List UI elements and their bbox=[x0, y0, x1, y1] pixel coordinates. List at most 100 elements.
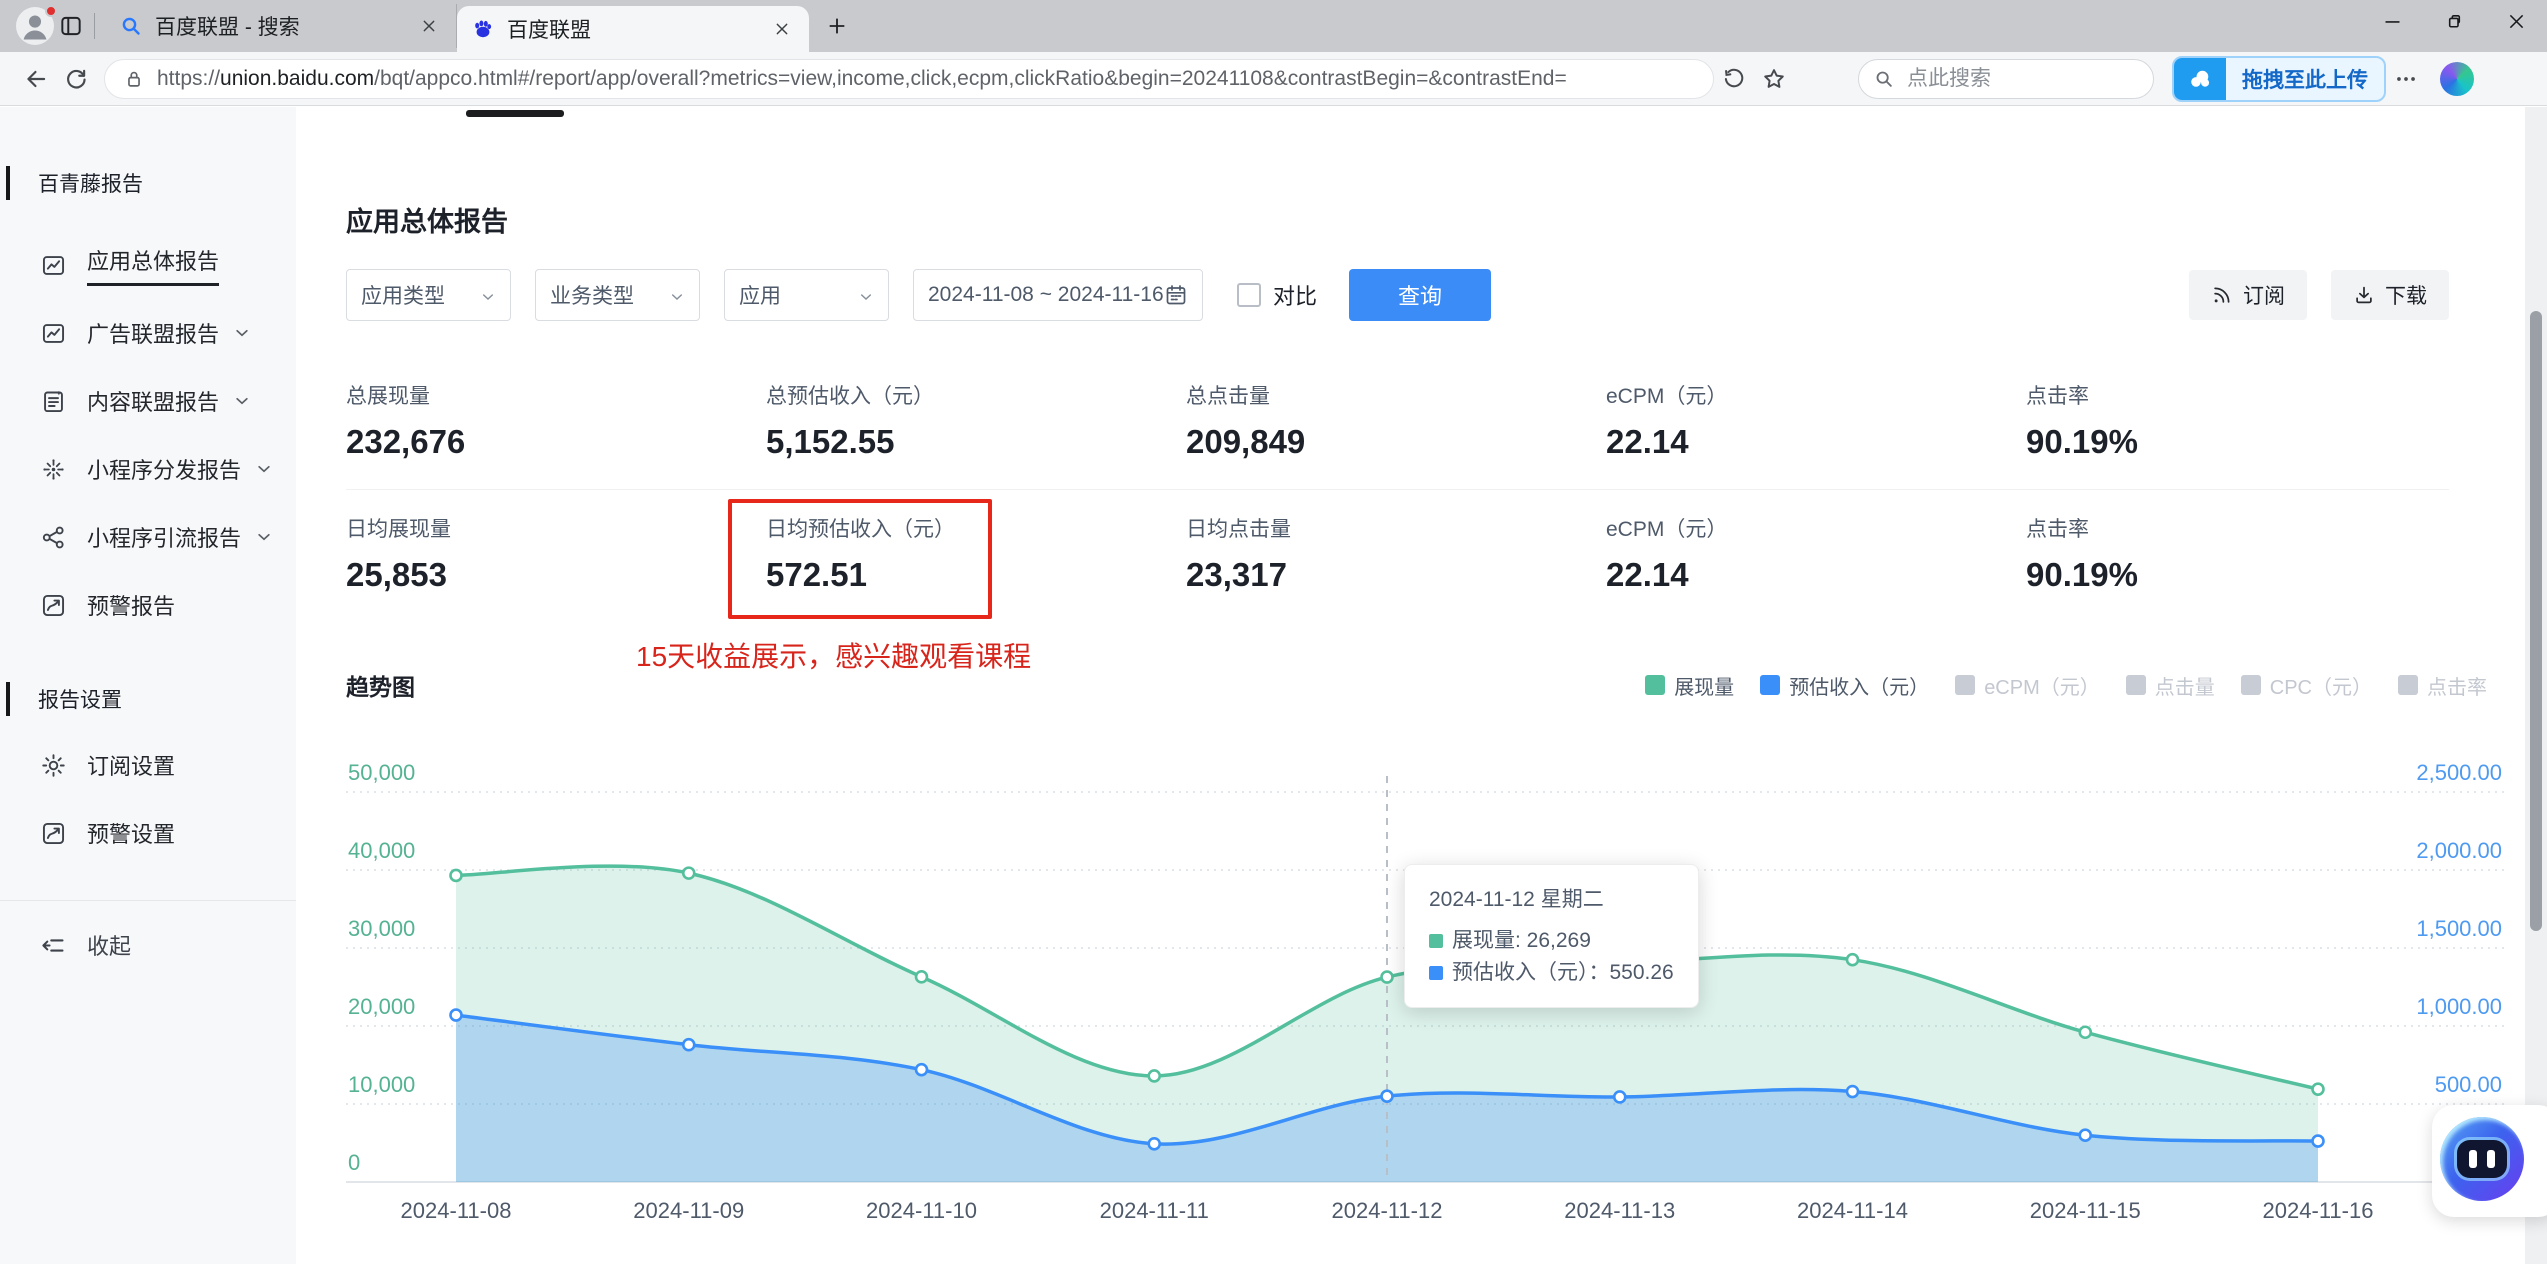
svg-text:2,000.00: 2,000.00 bbox=[2416, 838, 2502, 863]
date-range-picker[interactable]: 2024-11-08 ~ 2024-11-16 bbox=[913, 269, 1203, 321]
sidebar-item-content-union-report[interactable]: 内容联盟报告 bbox=[0, 367, 296, 435]
sidebar-item-miniapp-distribution-report[interactable]: 小程序分发报告 bbox=[0, 435, 296, 503]
metric-value: 90.19% bbox=[2026, 556, 2138, 593]
search-input[interactable] bbox=[1907, 66, 2107, 91]
legend-label: 点击率 bbox=[2427, 676, 2487, 699]
netdisk-icon bbox=[2174, 57, 2226, 100]
metrics-row-daily: 日均展现量 25,853 日均预估收入（元） 572.51 日均点击量 23,317 eCP… bbox=[346, 490, 2449, 592]
app-select[interactable]: 应用 bbox=[724, 269, 889, 321]
assistant-widget[interactable] bbox=[2432, 1105, 2547, 1217]
doc-badge-icon bbox=[40, 388, 67, 415]
close-button[interactable] bbox=[2485, 0, 2547, 42]
upload-button-label: 拖拽至此上传 bbox=[2242, 68, 2368, 92]
sidebar-item-alert-settings[interactable]: 预警设置 bbox=[0, 799, 296, 867]
assistant-pause-icon[interactable] bbox=[2440, 1117, 2524, 1201]
scrollbar-thumb[interactable] bbox=[2530, 311, 2542, 931]
share-icon bbox=[40, 524, 67, 551]
metrics-row-total: 总展现量 232,676 总预估收入（元） 5,152.55 总点击量 209,849 eC… bbox=[346, 385, 2449, 490]
metric-label: 日均展现量 bbox=[346, 518, 451, 541]
trend-chart[interactable]: 50,000 40,000 30,000 20,000 10,000 0 2,500.00 2… bbox=[346, 736, 2506, 1231]
quick-search-box[interactable] bbox=[1858, 58, 2154, 99]
refresh-button[interactable] bbox=[56, 59, 96, 99]
profile-avatar[interactable] bbox=[16, 5, 57, 45]
svg-text:2024-11-16: 2024-11-16 bbox=[2263, 1198, 2374, 1223]
calendar-icon bbox=[1164, 283, 1188, 307]
legend-item[interactable]: 预估收入（元） bbox=[1760, 671, 1929, 700]
app-type-select[interactable]: 应用类型 bbox=[346, 269, 511, 321]
legend-item[interactable]: CPC（元） bbox=[2240, 671, 2372, 700]
annotation-text: 15天收益展示，感兴趣观看课程 bbox=[636, 641, 1032, 672]
svg-text:50,000: 50,000 bbox=[348, 760, 415, 785]
metric-label: 总点击量 bbox=[1186, 385, 1270, 408]
chevron-down-icon bbox=[233, 392, 251, 410]
netdisk-upload-button[interactable]: 拖拽至此上传 bbox=[2172, 55, 2386, 102]
legend-swatch bbox=[2398, 675, 2418, 695]
legend-label: eCPM（元） bbox=[1984, 676, 2100, 699]
svg-text:1,000.00: 1,000.00 bbox=[2416, 994, 2502, 1019]
more-options-icon[interactable] bbox=[2386, 59, 2426, 99]
sidebar-collapse-button[interactable]: 收起 bbox=[0, 901, 296, 989]
search-icon bbox=[1876, 71, 1892, 87]
subscribe-button[interactable]: 订阅 bbox=[2189, 270, 2307, 320]
chevron-down-icon bbox=[480, 287, 496, 303]
metric-label: 总预估收入（元） bbox=[766, 385, 934, 408]
svg-text:500.00: 500.00 bbox=[2435, 1072, 2502, 1097]
download-button[interactable]: 下载 bbox=[2331, 270, 2449, 320]
workspaces-icon[interactable] bbox=[54, 9, 88, 43]
restore-button[interactable] bbox=[2423, 0, 2485, 42]
date-range-value: 2024-11-08 ~ 2024-11-16 bbox=[928, 283, 1164, 306]
metric-label: 点击率 bbox=[2026, 385, 2089, 408]
tooltip-swatch bbox=[1429, 934, 1443, 948]
browser-tab-baidu-union[interactable]: 百度联盟 bbox=[457, 6, 809, 52]
address-bar[interactable]: https://union.baidu.com/bqt/appco.html#/… bbox=[104, 58, 1714, 99]
tab-close-icon[interactable] bbox=[769, 16, 795, 42]
biz-type-select[interactable]: 业务类型 bbox=[535, 269, 700, 321]
tab-strip-divider bbox=[94, 13, 95, 39]
svg-text:2024-11-08: 2024-11-08 bbox=[401, 1198, 512, 1223]
page-tools-icon[interactable] bbox=[1714, 59, 1754, 99]
sidebar-section-header: 报告设置 bbox=[0, 682, 296, 716]
legend-item[interactable]: eCPM（元） bbox=[1955, 671, 2100, 700]
back-button[interactable] bbox=[16, 59, 56, 99]
browser-tab-search[interactable]: 百度联盟 - 搜索 bbox=[105, 4, 457, 48]
report-chart-icon bbox=[40, 252, 67, 279]
lock-icon[interactable] bbox=[123, 68, 145, 90]
legend-item[interactable]: 点击率 bbox=[2398, 671, 2487, 700]
new-tab-button[interactable] bbox=[819, 8, 855, 44]
metric-cell: 总预估收入（元） 5,152.55 bbox=[766, 385, 1186, 459]
download-icon bbox=[2356, 286, 2372, 304]
search-favicon bbox=[119, 14, 143, 38]
sidebar-item-miniapp-traffic-report[interactable]: 小程序引流报告 bbox=[0, 503, 296, 571]
tab-close-icon[interactable] bbox=[416, 13, 442, 39]
page-scrollbar[interactable] bbox=[2525, 107, 2547, 1264]
copilot-icon[interactable] bbox=[2440, 61, 2474, 96]
minimize-button[interactable] bbox=[2361, 0, 2423, 42]
sidebar-collapse-label: 收起 bbox=[87, 934, 132, 959]
compare-checkbox[interactable]: 对比 bbox=[1237, 279, 1317, 311]
metric-value: 22.14 bbox=[1606, 423, 1689, 460]
metric-label: 日均点击量 bbox=[1186, 518, 1291, 541]
sidebar-item-alert-report[interactable]: 预警报告 bbox=[0, 571, 296, 639]
legend-label: CPC（元） bbox=[2269, 676, 2372, 699]
collapse-left-icon bbox=[40, 932, 67, 959]
favorite-star-icon[interactable] bbox=[1754, 59, 1794, 99]
sidebar-item-ad-union-report[interactable]: 广告联盟报告 bbox=[0, 299, 296, 367]
url-path: /bqt/appco.html#/report/app/overall?metr… bbox=[374, 66, 1567, 90]
sidebar-item-app-overall-report[interactable]: 应用总体报告 bbox=[0, 231, 296, 299]
legend-item[interactable]: 点击量 bbox=[2125, 671, 2215, 700]
metric-label: eCPM（元） bbox=[1606, 385, 1728, 408]
tooltip-text: 预估收入（元）：550.26 bbox=[1452, 961, 1674, 984]
chart-title: 趋势图 bbox=[346, 674, 415, 700]
chevron-down-icon bbox=[255, 528, 273, 546]
svg-text:20,000: 20,000 bbox=[348, 994, 415, 1019]
legend-swatch bbox=[2125, 675, 2146, 695]
metric-value: 5,152.55 bbox=[766, 423, 895, 460]
query-button[interactable]: 查询 bbox=[1349, 269, 1492, 321]
filter-row: 应用类型 业务类型 应用 2024-11-08 ~ 2024-11-16 对比 … bbox=[346, 269, 2547, 321]
chevron-down-icon bbox=[233, 324, 251, 342]
legend-item[interactable]: 展现量 bbox=[1645, 671, 1734, 700]
sidebar-item-subscription-settings[interactable]: 订阅设置 bbox=[0, 731, 296, 799]
page-title: 应用总体报告 bbox=[346, 207, 508, 237]
checkbox-icon[interactable] bbox=[1237, 283, 1261, 307]
metric-label: 点击率 bbox=[2026, 518, 2089, 541]
